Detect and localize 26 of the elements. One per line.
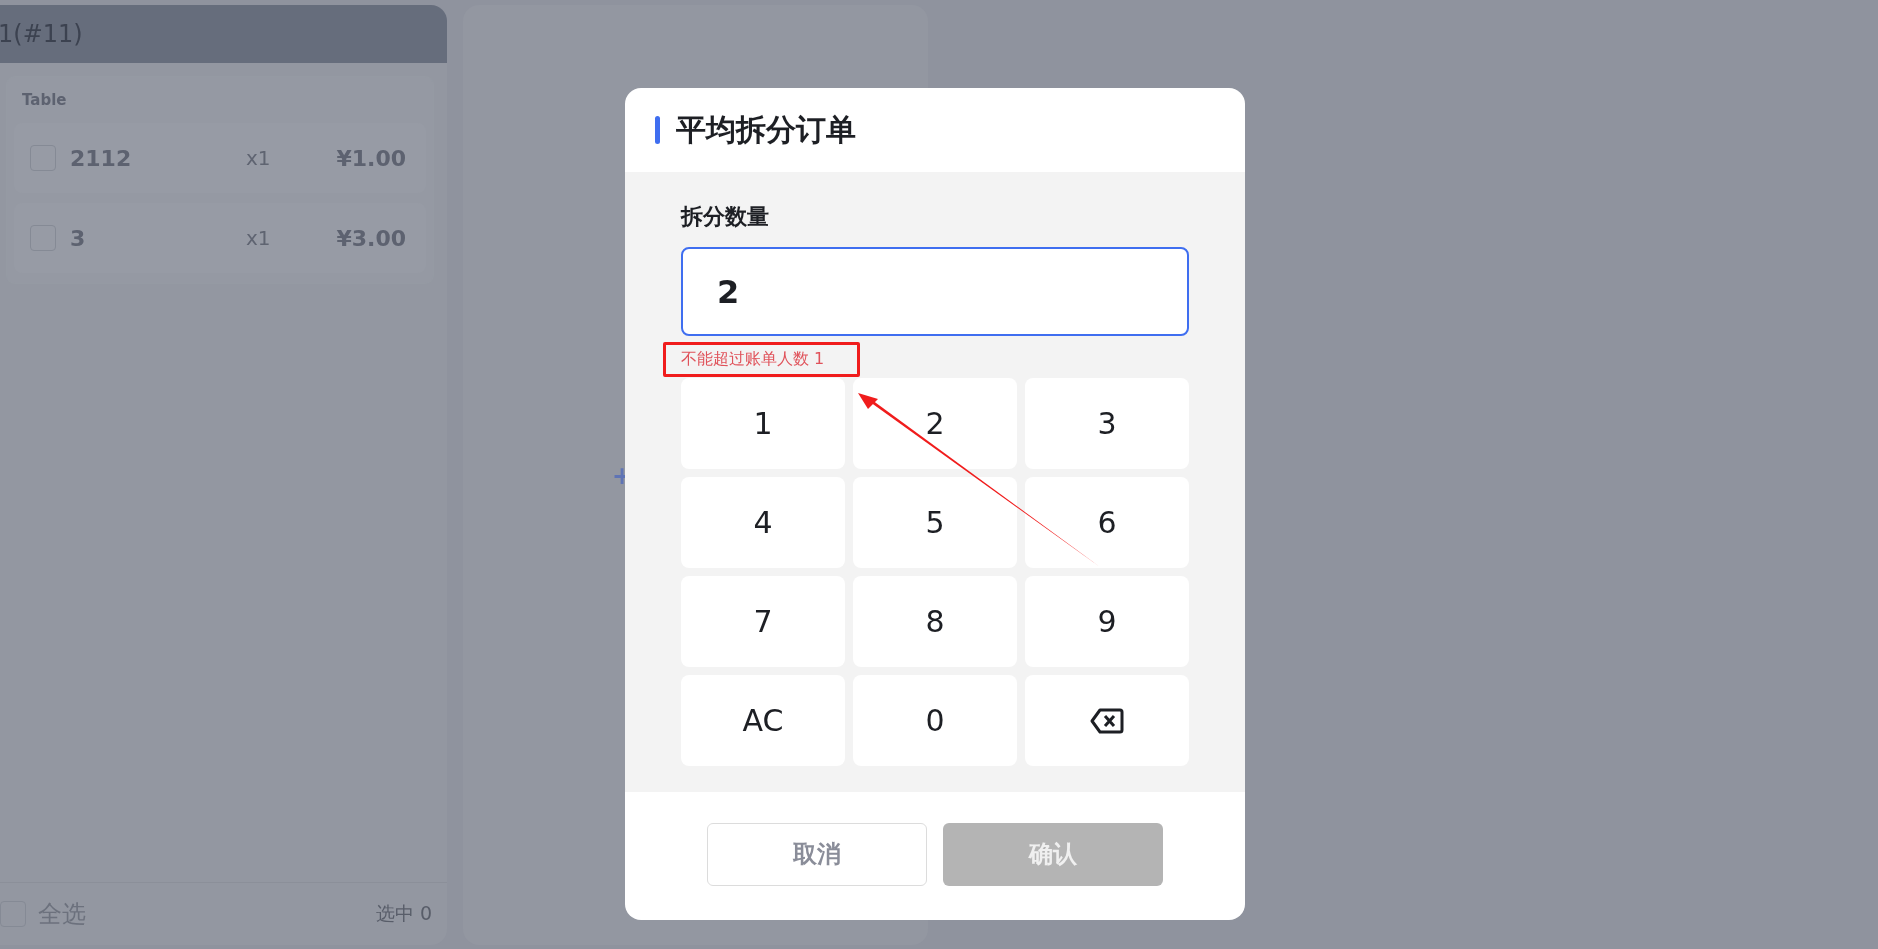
item-price: ¥3.00 — [335, 225, 406, 251]
keypad-key[interactable]: AC — [681, 675, 845, 766]
split-count-field[interactable]: 2 — [681, 247, 1189, 336]
selected-count: 选中 0 — [375, 901, 432, 926]
item-quantity: x1 — [246, 146, 272, 170]
item-price: ¥1.00 — [335, 145, 406, 171]
backspace-key[interactable] — [1025, 675, 1189, 766]
keypad-key[interactable]: 0 — [853, 675, 1017, 766]
keypad-key[interactable]: 6 — [1025, 477, 1189, 568]
group-label: Table — [22, 91, 68, 109]
error-message: 不能超过账单人数 1 — [681, 348, 825, 370]
title-accent — [655, 116, 660, 144]
item-name: 2112 — [70, 145, 133, 171]
dialog-title: 平均拆分订单 — [676, 110, 856, 149]
item-name: 3 — [70, 225, 87, 251]
item-quantity: x1 — [246, 226, 272, 250]
keypad-key[interactable]: 5 — [853, 477, 1017, 568]
keypad-key[interactable]: 4 — [681, 477, 845, 568]
field-label: 拆分数量 — [681, 203, 770, 231]
backspace-icon — [1090, 707, 1124, 734]
keypad-key[interactable]: 7 — [681, 576, 845, 667]
keypad-key[interactable]: 1 — [681, 378, 845, 469]
keypad-key[interactable]: 2 — [853, 378, 1017, 469]
keypad-key[interactable]: 8 — [853, 576, 1017, 667]
keypad-key[interactable]: 9 — [1025, 576, 1189, 667]
keypad-key[interactable]: 3 — [1025, 378, 1189, 469]
